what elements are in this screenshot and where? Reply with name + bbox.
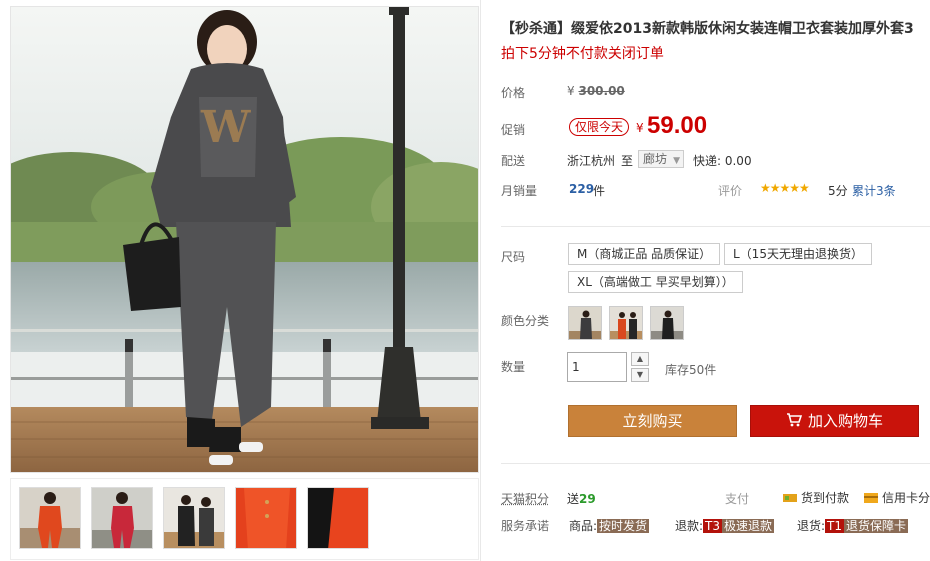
size-label: 尺码 (501, 250, 526, 264)
thumbnail-strip (10, 478, 479, 560)
review-count-link[interactable]: 累计3条 (852, 182, 896, 199)
quantity-input[interactable] (567, 352, 627, 382)
original-price: ¥ 300.00 (567, 84, 625, 98)
promo-badge: 仅限今天 (569, 118, 630, 136)
pay-credit-card[interactable]: 信用卡分 (864, 489, 930, 506)
ship-destination-select[interactable]: 廊坊 ▼ (638, 150, 684, 168)
sales-label: 月销量 (501, 184, 538, 198)
rating-label: 评价 (718, 184, 743, 198)
service-goods-tag: 按时发货 (597, 519, 650, 533)
service-return-tag: 退货保障卡 (844, 519, 909, 533)
sales-count: 229 (569, 182, 595, 196)
service-return-code: T1 (825, 519, 845, 533)
service-goods-prefix: 商品: (569, 519, 598, 533)
points-prefix: 送 (567, 492, 580, 506)
pay-cod-label: 货到付款 (801, 491, 850, 505)
express-fee: 快递: 0.00 (693, 154, 752, 168)
quantity-label: 数量 (501, 360, 526, 374)
promo-label: 促销 (501, 123, 526, 137)
thumbnail-5[interactable] (307, 487, 369, 549)
star-rating-icon: ★★★★★ (760, 181, 810, 195)
add-to-cart-button[interactable]: 加入购物车 (750, 405, 919, 437)
service-goods[interactable]: 商品: 按时发货 (569, 517, 650, 534)
price-label: 价格 (501, 86, 526, 100)
service-refund[interactable]: 退款: T3 极速退款 (675, 517, 775, 534)
rating-score: 5分 (828, 184, 848, 198)
product-title: 【秒杀通】缀爱依2013新款韩版休闲女装连帽卫衣套装加厚外套3 (501, 21, 914, 37)
color-swatch-3[interactable] (650, 306, 684, 340)
divider (501, 226, 930, 227)
service-refund-code: T3 (703, 519, 723, 533)
size-option-xl[interactable]: XL（高端做工 早买早划算）） (568, 271, 743, 293)
promo-price: 59.00 (647, 112, 708, 139)
pay-cod[interactable]: 货到付款 (783, 489, 849, 506)
original-price-currency: ¥ (567, 84, 575, 98)
product-info-panel: 【秒杀通】缀爱依2013新款韩版休闲女装连帽卫衣套装加厚外套3 拍下5分钟不付款… (480, 0, 930, 561)
add-to-cart-label: 加入购物车 (807, 412, 883, 430)
cart-icon (786, 407, 803, 437)
credit-card-icon (864, 492, 878, 503)
stock-count: 库存50件 (665, 363, 717, 377)
cod-icon (783, 492, 797, 502)
service-label: 服务承诺 (501, 519, 550, 533)
color-swatch-2[interactable] (609, 306, 643, 340)
thumbnail-3[interactable] (163, 487, 225, 549)
pay-card-label: 信用卡分 (882, 491, 930, 505)
thumbnail-2[interactable] (91, 487, 153, 549)
svg-text:W: W (200, 102, 251, 153)
points-value: 29 (579, 492, 596, 506)
thumbnail-1[interactable] (19, 487, 81, 549)
buy-now-button[interactable]: 立刻购买 (568, 405, 737, 437)
main-product-photo[interactable]: W (10, 6, 479, 473)
ship-destination-value: 廊坊 (643, 152, 668, 166)
tmall-points-label[interactable]: 天猫积分 (501, 490, 549, 507)
color-label: 颜色分类 (501, 314, 550, 328)
product-subtitle: 拍下5分钟不付款关闭订单 (501, 46, 664, 62)
service-refund-prefix: 退款: (675, 519, 704, 533)
color-swatch-1[interactable] (568, 306, 602, 340)
promo-currency: ¥ (636, 121, 644, 135)
service-return[interactable]: 退货: T1 退货保障卡 (797, 517, 909, 534)
sales-unit: 件 (593, 184, 606, 198)
payment-label: 支付 (725, 492, 750, 506)
quantity-increase-button[interactable]: ▲ (631, 352, 649, 366)
size-option-m[interactable]: M（商城正品 品质保证） (568, 243, 721, 265)
thumbnail-4[interactable] (235, 487, 297, 549)
ship-from: 浙江杭州 (567, 154, 616, 168)
points-reward: 送29 (567, 490, 596, 507)
original-price-value: 300.00 (578, 84, 625, 98)
ship-to-label: 至 (621, 154, 634, 168)
chevron-down-icon: ▼ (673, 156, 680, 166)
divider (501, 463, 930, 464)
service-return-prefix: 退货: (797, 519, 826, 533)
shipping-label: 配送 (501, 154, 526, 168)
service-refund-tag: 极速退款 (722, 519, 775, 533)
quantity-decrease-button[interactable]: ▼ (631, 368, 649, 382)
size-option-l[interactable]: L（15天无理由退换货） (724, 243, 872, 265)
